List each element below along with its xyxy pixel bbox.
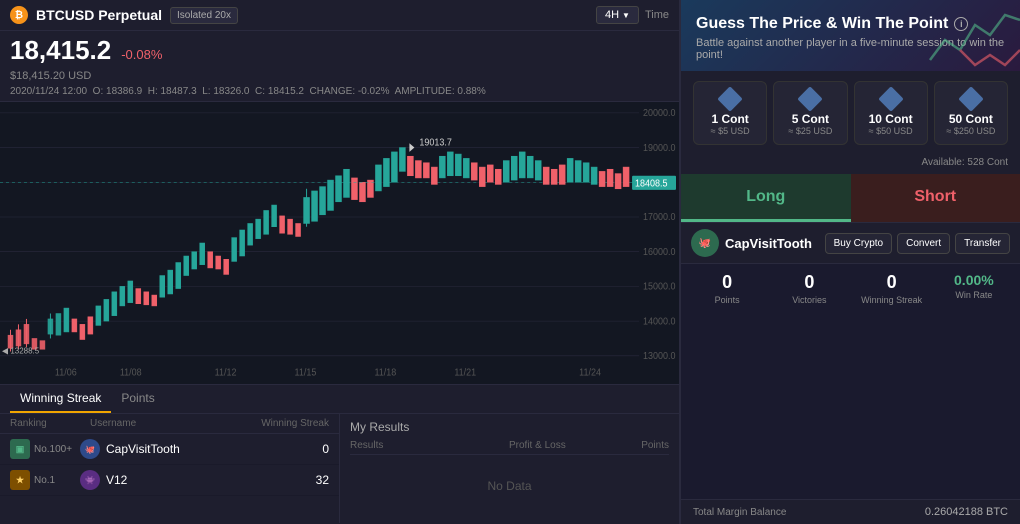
svg-text:13000.0: 13000.0 [643, 351, 675, 361]
bet-card-1[interactable]: 1 Cont ≈ $5 USD [693, 81, 767, 145]
stats-row: 2020/11/24 12:00 O: 18386.9 H: 18487.3 L… [0, 84, 679, 102]
bet-sub-1: ≈ $5 USD [700, 126, 760, 136]
bet-sub-4: ≈ $250 USD [941, 126, 1001, 136]
svg-text:19013.7: 19013.7 [419, 137, 451, 147]
svg-text:17000.0: 17000.0 [643, 212, 675, 222]
long-short-bar: Long Short [681, 174, 1020, 222]
stat-win-rate-val: 0.00% [938, 272, 1010, 288]
user-avatar-1: 🐙 [80, 439, 100, 459]
available-text: Available: 528 Cont [681, 155, 1020, 174]
svg-text:19000.0: 19000.0 [643, 142, 675, 152]
user-name-2: V12 [106, 473, 127, 487]
stat-victories: 0 Victories [773, 272, 845, 305]
svg-text:15000.0: 15000.0 [643, 281, 675, 291]
convert-button[interactable]: Convert [897, 233, 950, 254]
margin-val: 0.26042188 BTC [925, 506, 1008, 518]
usd-price: $18,415.20 USD [10, 70, 91, 82]
streak-val-1: 0 [229, 442, 329, 456]
svg-text:14000.0: 14000.0 [643, 316, 675, 326]
stat-win-rate: 0.00% Win Rate [938, 272, 1010, 305]
table-row: ▣ No.100+ 🐙 CapVisitTooth 0 [0, 434, 339, 465]
buy-crypto-button[interactable]: Buy Crypto [825, 233, 892, 254]
stat-win-rate-label: Win Rate [938, 290, 1010, 300]
time-button[interactable]: 4H ▼ [596, 6, 639, 24]
stat-streak-label: Winning Streak [856, 295, 928, 305]
tab-points[interactable]: Points [111, 385, 164, 413]
long-button[interactable]: Long [681, 174, 851, 222]
no-data: No Data [350, 459, 669, 513]
bet-main-3: 10 Cont [861, 112, 921, 126]
stat-victories-val: 0 [773, 272, 845, 293]
user-avatar-bar: 🐙 [691, 229, 719, 257]
th-streak: Winning Streak [229, 418, 329, 429]
results-title: My Results [350, 420, 669, 434]
user-name-1: CapVisitTooth [106, 442, 180, 456]
rth-points: Points [609, 440, 669, 451]
svg-text:11/24: 11/24 [579, 367, 601, 377]
svg-text:20000.0: 20000.0 [643, 108, 675, 118]
stat-victories-label: Victories [773, 295, 845, 305]
bet-card-2[interactable]: 5 Cont ≈ $25 USD [773, 81, 847, 145]
bet-main-1: 1 Cont [700, 112, 760, 126]
pair-title: BTCUSD Perpetual [36, 7, 162, 23]
svg-text:11/18: 11/18 [374, 367, 396, 377]
rank-label-2: No.1 [34, 475, 55, 486]
svg-text:16000.0: 16000.0 [643, 247, 675, 257]
game-title-text: Guess The Price & Win The Point [696, 15, 948, 33]
game-header: Guess The Price & Win The Point i Battle… [681, 0, 1020, 71]
bet-diamond-1 [717, 86, 742, 111]
results-section: My Results Results Profit & Loss Points … [339, 414, 679, 523]
big-price: 18,415.2 [10, 35, 111, 66]
user-avatar-2: 👾 [80, 470, 100, 490]
margin-row: Total Margin Balance 0.26042188 BTC [681, 499, 1020, 524]
tab-winning-streak[interactable]: Winning Streak [10, 385, 111, 413]
leaderboard-section: Ranking Username Winning Streak ▣ No.100… [0, 414, 339, 523]
rank-icon-1: ▣ [10, 439, 30, 459]
bet-sub-2: ≈ $25 USD [780, 126, 840, 136]
bet-main-2: 5 Cont [780, 112, 840, 126]
price-change: -0.08% [121, 47, 162, 62]
stat-streak: 0 Winning Streak [856, 272, 928, 305]
svg-text:11/08: 11/08 [120, 367, 142, 377]
streak-val-2: 32 [229, 473, 329, 487]
rth-results: Results [350, 440, 509, 451]
bet-diamond-3 [878, 86, 903, 111]
th-ranking: Ranking [10, 418, 90, 429]
bet-main-4: 50 Cont [941, 112, 1001, 126]
stat-streak-val: 0 [856, 272, 928, 293]
table-row: ★ No.1 👾 V12 32 [0, 465, 339, 496]
svg-text:◀ 13288.5: ◀ 13288.5 [2, 345, 40, 355]
bet-sub-3: ≈ $50 USD [861, 126, 921, 136]
user-bar: 🐙 CapVisitTooth Buy Crypto Convert Trans… [681, 222, 1020, 264]
bet-diamond-4 [958, 86, 983, 111]
rank-icon-2: ★ [10, 470, 30, 490]
rth-pnl: Profit & Loss [509, 440, 609, 451]
user-bar-name: CapVisitTooth [725, 236, 819, 251]
bet-diamond-2 [798, 86, 823, 111]
svg-text:18408.5: 18408.5 [635, 178, 667, 188]
rank-label-1: No.100+ [34, 444, 72, 455]
btc-icon: ₿ [10, 6, 28, 24]
stats-grid: 0 Points 0 Victories 0 Winning Streak 0.… [681, 264, 1020, 313]
stat-points-label: Points [691, 295, 763, 305]
short-button[interactable]: Short [851, 174, 1020, 222]
svg-text:11/06: 11/06 [55, 367, 77, 377]
time-label: Time [645, 9, 669, 21]
stat-points: 0 Points [691, 272, 763, 305]
svg-text:11/21: 11/21 [454, 367, 476, 377]
stat-points-val: 0 [691, 272, 763, 293]
transfer-button[interactable]: Transfer [955, 233, 1010, 254]
svg-text:11/12: 11/12 [215, 367, 237, 377]
bet-card-4[interactable]: 50 Cont ≈ $250 USD [934, 81, 1008, 145]
svg-text:11/15: 11/15 [295, 367, 317, 377]
margin-label: Total Margin Balance [693, 507, 786, 518]
bet-cards: 1 Cont ≈ $5 USD 5 Cont ≈ $25 USD 10 Cont… [681, 71, 1020, 155]
isolated-badge: Isolated 20x [170, 7, 238, 24]
bet-card-3[interactable]: 10 Cont ≈ $50 USD [854, 81, 928, 145]
chart-area: 20000.0 19000.0 18000.0 17000.0 16000.0 … [0, 102, 679, 384]
th-username: Username [90, 418, 229, 429]
